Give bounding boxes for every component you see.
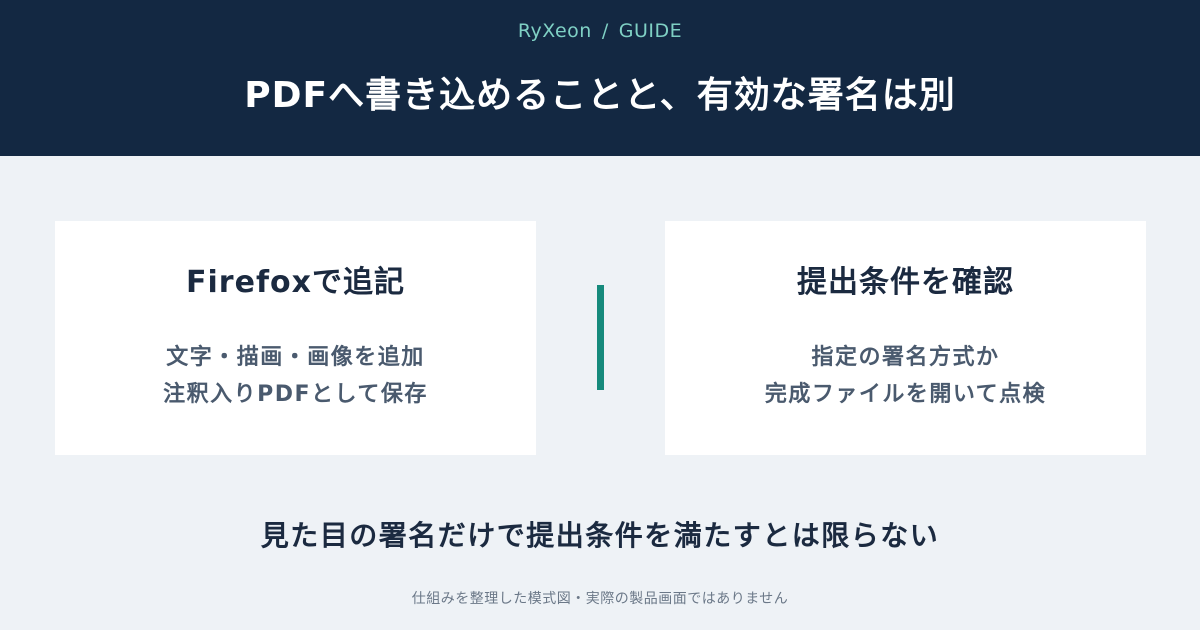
- brand-separator: /: [601, 20, 609, 42]
- center-divider: [597, 285, 604, 390]
- firefox-card-line-1: 文字・描画・画像を追加: [166, 345, 425, 370]
- requirements-card: 提出条件を確認 指定の署名方式か 完成ファイルを開いて点検: [665, 221, 1146, 455]
- brand-name: RyXeon: [517, 20, 592, 42]
- requirements-card-title: 提出条件を確認: [797, 265, 1014, 300]
- page-title: PDFへ書き込めることと、有効な署名は別: [244, 75, 956, 116]
- firefox-card-line-2: 注釈入りPDFとして保存: [163, 382, 428, 407]
- disclaimer-footnote: 仕組みを整理した模式図・実際の製品画面ではありません: [411, 591, 789, 607]
- requirements-card-line-1: 指定の署名方式か: [811, 345, 1000, 370]
- header-banner: RyXeon / GUIDE PDFへ書き込めることと、有効な署名は別: [0, 0, 1200, 156]
- firefox-card-title: Firefoxで追記: [186, 265, 405, 300]
- summary-statement: 見た目の署名だけで提出条件を満たすとは限らない: [260, 519, 940, 552]
- requirements-card-line-2: 完成ファイルを開いて点検: [764, 382, 1047, 407]
- firefox-card: Firefoxで追記 文字・描画・画像を追加 注釈入りPDFとして保存: [55, 221, 536, 455]
- section-label: GUIDE: [618, 20, 683, 42]
- brand-line: RyXeon / GUIDE: [0, 20, 1200, 42]
